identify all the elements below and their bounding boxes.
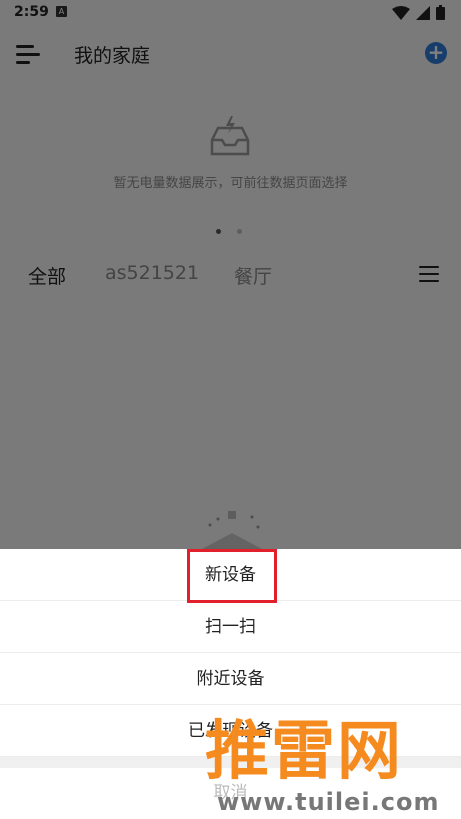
watermark-logo: 推雷网 www.tuilei.com bbox=[197, 700, 461, 819]
scan-option[interactable]: 扫一扫 bbox=[0, 601, 461, 653]
watermark-url: www.tuilei.com bbox=[217, 788, 440, 816]
highlight-annotation bbox=[187, 549, 277, 603]
watermark-brand: 推雷网 bbox=[205, 715, 403, 789]
nearby-devices-option[interactable]: 附近设备 bbox=[0, 653, 461, 705]
